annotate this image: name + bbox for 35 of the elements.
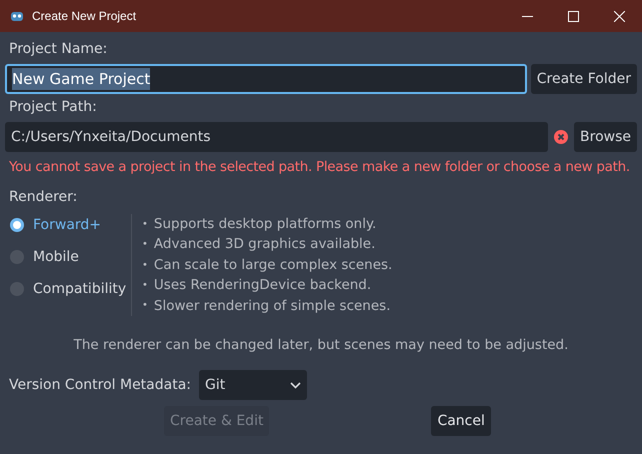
renderer-note: The renderer can be changed later, but scenes may need to be adjusted. [74, 336, 568, 355]
error-message: You cannot save a project in the selected path. Please make a new folder or choose a new path. [9, 158, 631, 177]
field-label: Project Path: [9, 98, 98, 117]
bullet-mark: • [142, 238, 148, 252]
renderer-radio[interactable]: Mobile [10, 246, 131, 268]
feature-text: Can scale to large complex scenes. [154, 256, 392, 275]
version-control-dropdown[interactable]: Git [199, 370, 307, 400]
feature-text: Advanced 3D graphics available. [154, 235, 376, 254]
field-label: Version Control Metadata: [9, 376, 191, 394]
renderer-radio[interactable]: Compatibility [10, 278, 131, 300]
project-name-field[interactable]: New Game Project [5, 64, 527, 94]
field-value: New Game Project [12, 68, 150, 90]
close-icon [614, 10, 624, 22]
radio-icon [10, 250, 24, 264]
feature-text: Uses RenderingDevice backend. [154, 276, 372, 296]
browse-button[interactable]: Browse [574, 122, 637, 152]
create-folder-button[interactable]: Create Folder [530, 64, 637, 94]
section-label: Renderer: [9, 188, 78, 207]
field-label: Project Name: [9, 40, 108, 59]
chevron-down-icon [290, 382, 301, 388]
renderer-radio[interactable]: Forward+ [10, 214, 131, 236]
window-title: Create New Project [32, 8, 136, 25]
dialog-button[interactable]: Cancel [431, 406, 491, 436]
bullet-mark: • [142, 218, 148, 232]
maximize-icon [568, 10, 578, 22]
robot-logo-icon [10, 9, 24, 23]
bullet-mark: • [142, 299, 148, 314]
project-path-field[interactable]: C:/Users/Ynxeita/Documents [5, 122, 548, 152]
radio-icon [10, 218, 24, 232]
bullet-mark: • [142, 258, 148, 273]
feature-text: Supports desktop platforms only. [154, 215, 376, 234]
feature-text: Slower rendering of simple scenes. [154, 296, 390, 316]
bullet-mark: • [142, 278, 148, 293]
radio-icon [10, 282, 24, 296]
field-value: C:/Users/Ynxeita/Documents [11, 128, 211, 146]
